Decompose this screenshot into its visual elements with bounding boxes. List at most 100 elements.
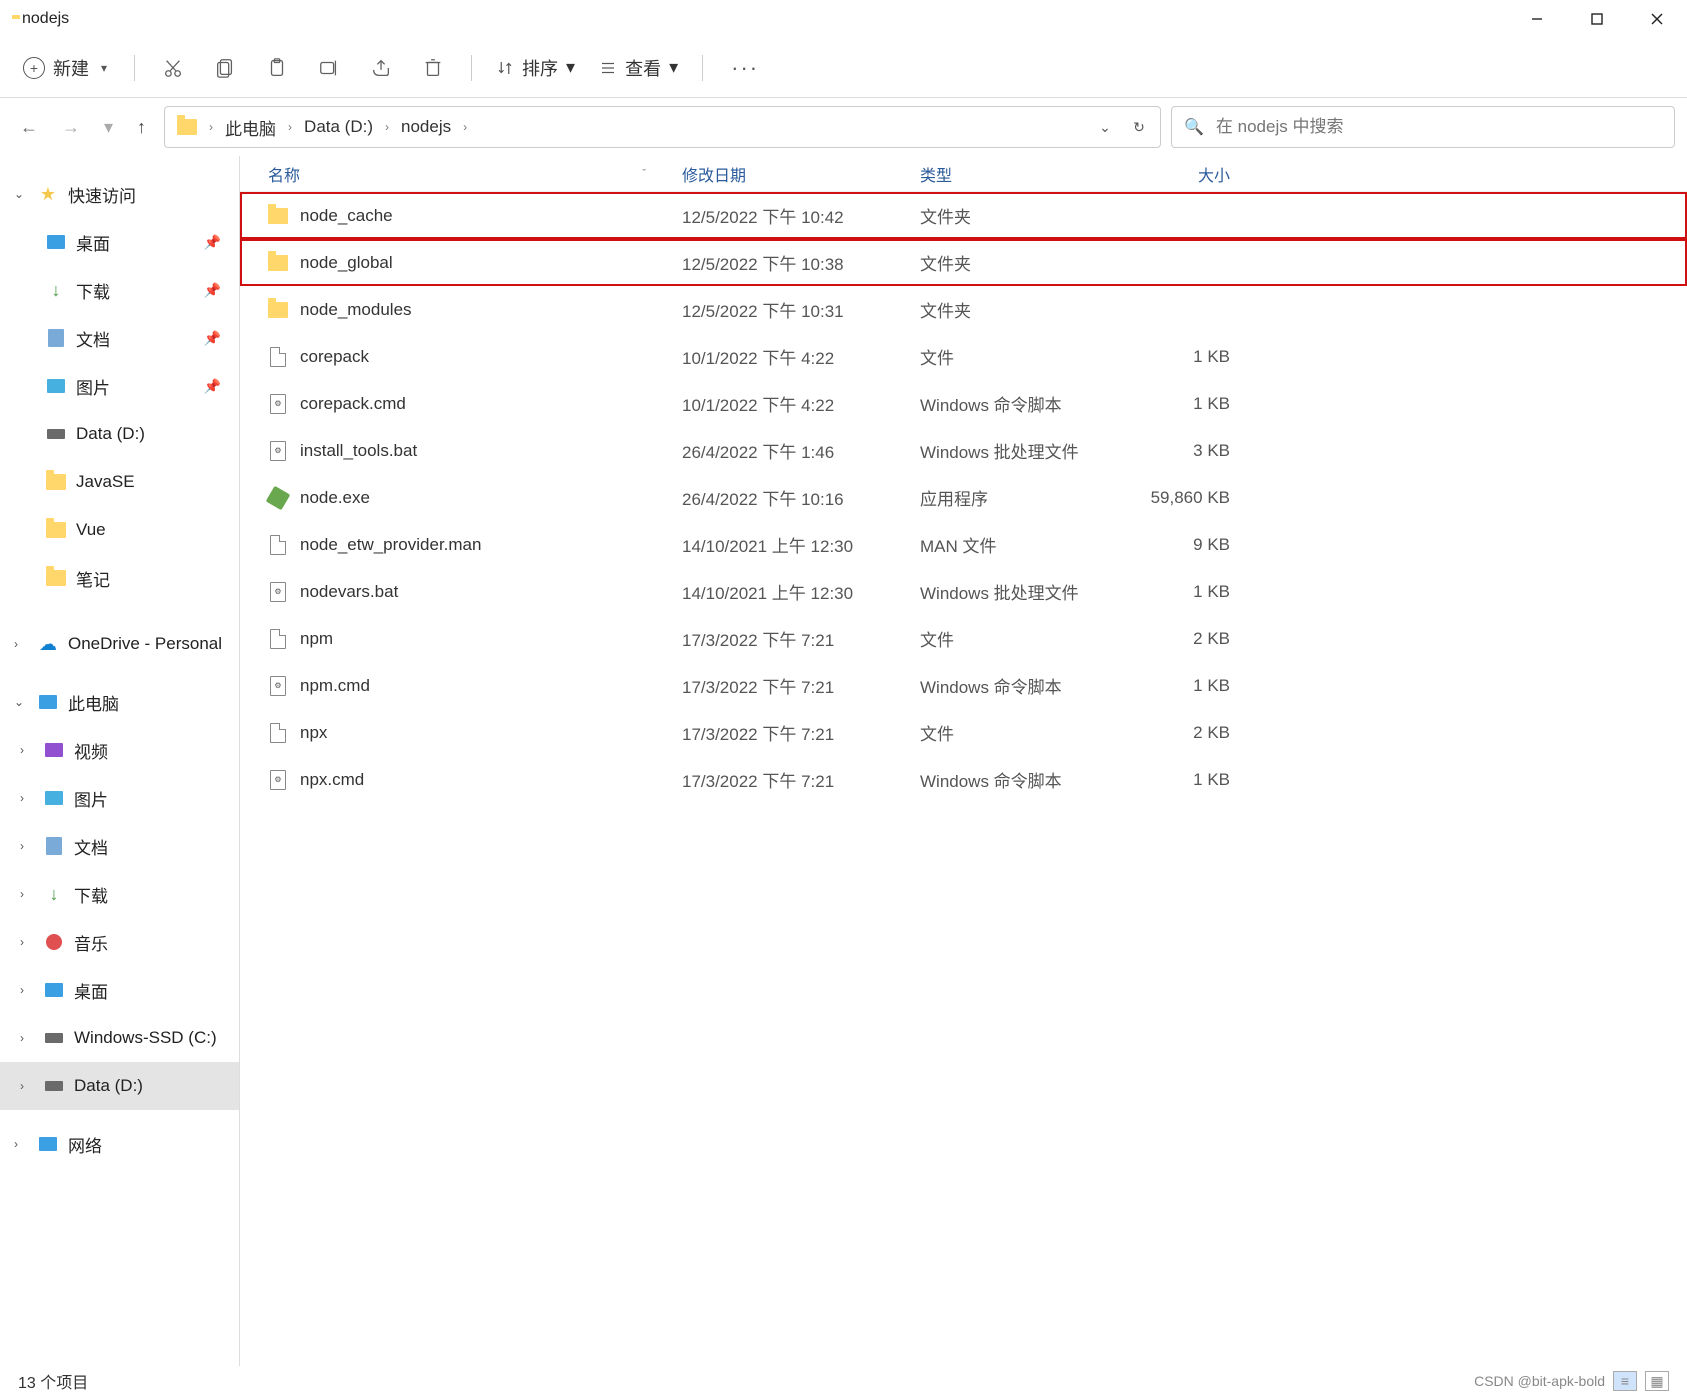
search-input[interactable] [1216, 117, 1662, 137]
sidebar-item-downloads[interactable]: ↓下载📌 [0, 266, 239, 314]
sidebar-item-videos[interactable]: ›视频 [0, 726, 239, 774]
view-icon [599, 59, 617, 77]
monitor-icon [38, 692, 58, 712]
folder-icon [46, 520, 66, 540]
back-button[interactable]: ← [20, 117, 38, 138]
file-date: 14/10/2021 上午 12:30 [682, 532, 920, 557]
chevron-right-icon: › [20, 791, 34, 805]
file-row[interactable]: npx17/3/2022 下午 7:21文件2 KB [240, 709, 1687, 756]
sidebar-item-vue[interactable]: Vue [0, 506, 239, 554]
item-count: 13 个项目 [18, 1369, 88, 1393]
file-size: 2 KB [1132, 629, 1252, 649]
sidebar-item-documents2[interactable]: ›文档 [0, 822, 239, 870]
rename-button[interactable] [307, 48, 351, 88]
label: 视频 [74, 738, 108, 763]
sidebar-item-datad[interactable]: Data (D:) [0, 410, 239, 458]
chevron-right-icon[interactable]: › [205, 120, 217, 134]
file-type: Windows 命令脚本 [920, 391, 1132, 416]
chevron-right-icon[interactable]: › [459, 120, 471, 134]
file-name: node_etw_provider.man [300, 535, 481, 555]
view-tiles-button[interactable]: ▦ [1645, 1371, 1669, 1391]
file-row[interactable]: node.exe26/4/2022 下午 10:16应用程序59,860 KB [240, 474, 1687, 521]
file-row[interactable]: ⚙corepack.cmd10/1/2022 下午 4:22Windows 命令… [240, 380, 1687, 427]
chevron-right-icon: › [14, 637, 28, 651]
more-button[interactable]: ··· [719, 55, 771, 81]
label: 文档 [74, 834, 108, 859]
pin-icon: 📌 [204, 282, 221, 299]
file-name: corepack [300, 347, 369, 367]
cut-button[interactable] [151, 48, 195, 88]
chevron-right-icon[interactable]: › [381, 120, 393, 134]
refresh-button[interactable]: ↻ [1122, 119, 1156, 136]
file-row[interactable]: node_modules12/5/2022 下午 10:31文件夹 [240, 286, 1687, 333]
col-date[interactable]: 修改日期 [682, 162, 920, 186]
sidebar-item-javase[interactable]: JavaSE [0, 458, 239, 506]
sidebar-quick-access[interactable]: ⌄★快速访问 [0, 170, 239, 218]
new-button[interactable]: + 新建 ▾ [12, 50, 118, 86]
copy-button[interactable] [203, 48, 247, 88]
file-size: 2 KB [1132, 723, 1252, 743]
sidebar-item-notes[interactable]: 笔记 [0, 554, 239, 602]
file-row[interactable]: npm17/3/2022 下午 7:21文件2 KB [240, 615, 1687, 662]
pin-icon: 📌 [204, 234, 221, 251]
address-bar[interactable]: › 此电脑 › Data (D:) › nodejs › ⌄ ↻ [164, 106, 1161, 148]
separator [134, 55, 135, 81]
download-icon: ↓ [46, 280, 66, 300]
maximize-button[interactable] [1567, 0, 1627, 38]
minimize-button[interactable] [1507, 0, 1567, 38]
sidebar-item-downloads2[interactable]: ›↓下载 [0, 870, 239, 918]
breadcrumb-seg[interactable]: Data (D:) [296, 117, 381, 137]
video-icon [44, 740, 64, 760]
sidebar-item-pictures2[interactable]: ›图片 [0, 774, 239, 822]
label: Data (D:) [74, 1076, 143, 1096]
body: ⌄★快速访问 桌面📌 ↓下载📌 文档📌 图片📌 Data (D:) JavaSE… [0, 156, 1687, 1366]
file-icon [268, 535, 288, 555]
sidebar-item-winssd[interactable]: ›Windows-SSD (C:) [0, 1014, 239, 1062]
delete-button[interactable] [411, 48, 455, 88]
sidebar-item-music[interactable]: ›音乐 [0, 918, 239, 966]
col-type[interactable]: 类型 [920, 162, 1132, 186]
sort-button[interactable]: 排序 ▾ [488, 51, 583, 85]
chevron-right-icon[interactable]: › [284, 120, 296, 134]
forward-button[interactable]: → [62, 117, 80, 138]
sidebar-item-desktop[interactable]: 桌面📌 [0, 218, 239, 266]
sidebar-thispc[interactable]: ⌄此电脑 [0, 678, 239, 726]
file-size: 1 KB [1132, 582, 1252, 602]
file-row[interactable]: node_etw_provider.man 14/10/2021 上午 12:30… [240, 521, 1687, 568]
share-button[interactable] [359, 48, 403, 88]
view-button[interactable]: 查看 ▾ [591, 51, 686, 85]
sidebar-item-documents[interactable]: 文档📌 [0, 314, 239, 362]
file-row[interactable]: ⚙install_tools.bat26/4/2022 下午 1:46Windo… [240, 427, 1687, 474]
close-button[interactable] [1627, 0, 1687, 38]
search-box[interactable]: 🔍 [1171, 106, 1675, 148]
sidebar-network[interactable]: ›网络 [0, 1120, 239, 1168]
sidebar-item-desktop2[interactable]: ›桌面 [0, 966, 239, 1014]
file-row[interactable]: node_global12/5/2022 下午 10:38文件夹 [240, 239, 1687, 286]
file-icon [268, 723, 288, 743]
breadcrumb-seg[interactable]: nodejs [393, 117, 459, 137]
sort-indicator-icon: ˇ [642, 168, 646, 180]
col-size[interactable]: 大小 [1132, 162, 1252, 186]
desktop-icon [44, 980, 64, 1000]
col-name[interactable]: 名称ˇ [268, 162, 682, 186]
file-date: 17/3/2022 下午 7:21 [682, 767, 920, 792]
recent-chevron-icon[interactable]: ▾ [104, 117, 113, 138]
file-type: Windows 命令脚本 [920, 767, 1132, 792]
label: 网络 [68, 1132, 102, 1157]
file-row[interactable]: ⚙npm.cmd17/3/2022 下午 7:21Windows 命令脚本1 K… [240, 662, 1687, 709]
label: 此电脑 [68, 690, 119, 715]
breadcrumb-seg[interactable]: 此电脑 [217, 115, 284, 140]
file-row[interactable]: ⚙nodevars.bat14/10/2021 上午 12:30Windows … [240, 568, 1687, 615]
view-details-button[interactable]: ≡ [1613, 1371, 1637, 1391]
file-row[interactable]: node_cache12/5/2022 下午 10:42文件夹 [240, 192, 1687, 239]
sidebar-onedrive[interactable]: ›☁OneDrive - Personal [0, 620, 239, 668]
sidebar-item-pictures[interactable]: 图片📌 [0, 362, 239, 410]
paste-button[interactable] [255, 48, 299, 88]
address-drop-icon[interactable]: ⌄ [1088, 119, 1122, 136]
up-button[interactable]: ↑ [137, 117, 146, 138]
sidebar-item-datad2[interactable]: ›Data (D:) [0, 1062, 239, 1110]
file-icon [268, 253, 288, 273]
file-row[interactable]: corepack10/1/2022 下午 4:22文件1 KB [240, 333, 1687, 380]
file-row[interactable]: ⚙npx.cmd17/3/2022 下午 7:21Windows 命令脚本1 K… [240, 756, 1687, 803]
column-headers: 名称ˇ 修改日期 类型 大小 [240, 156, 1687, 192]
